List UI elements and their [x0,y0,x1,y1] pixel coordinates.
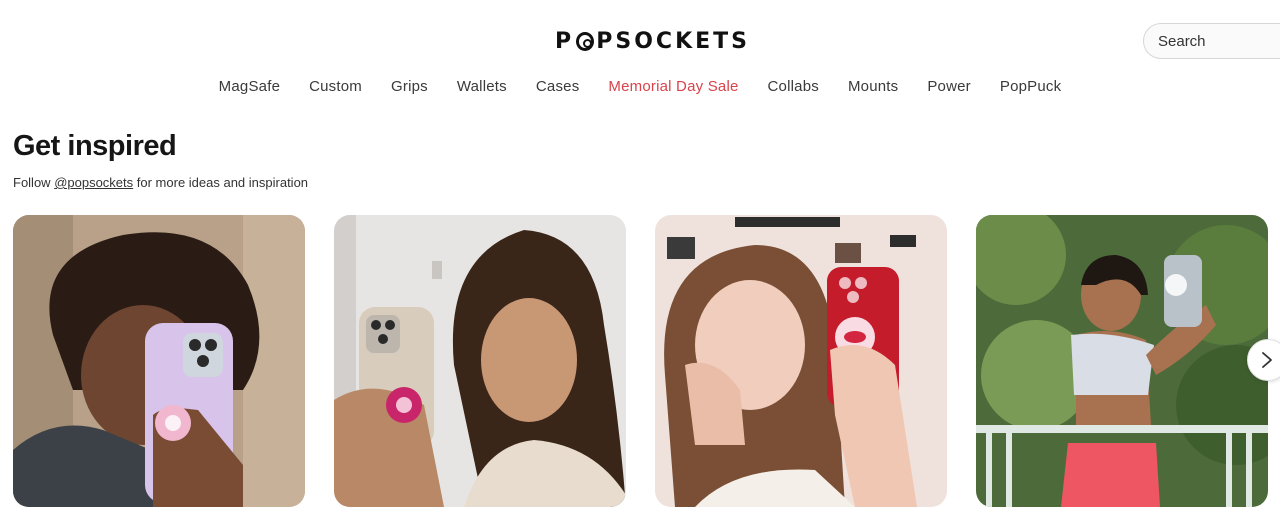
main-nav: MagSafe Custom Grips Wallets Cases Memor… [0,78,1280,100]
nav-link-grips[interactable]: Grips [377,78,443,100]
photo-girl-red-lips-case [655,215,947,507]
photo-woman-outdoor-selfie [976,215,1268,507]
inspiration-photo-card[interactable] [13,215,305,507]
nav-link-magsafe[interactable]: MagSafe [204,78,294,100]
popsockets-logo[interactable]: P PSOCKETS [555,28,750,54]
section-title: Get inspired [13,130,177,162]
site-header: P PSOCKETS MagSafe Custom Grips Wallets C… [0,0,1280,110]
nav-link-mounts[interactable]: Mounts [833,78,912,100]
logo-letters-rest: PSOCKETS [596,28,750,54]
nav-link-collabs[interactable]: Collabs [753,78,833,100]
nav-link-memorial-day-sale[interactable]: Memorial Day Sale [594,78,753,100]
inspiration-photo-card[interactable] [334,215,626,507]
inspiration-photo-card[interactable] [655,215,947,507]
follow-suffix: for more ideas and inspiration [133,175,309,190]
logo-swirl-icon [576,31,595,51]
section-subtitle: Follow @popsockets for more ideas and in… [13,175,308,190]
photo-curly-hair-lavender-phone [13,215,305,507]
follow-prefix: Follow [13,175,55,190]
search-input[interactable] [1158,32,1278,50]
photo-woman-clear-case-pink-grip [334,215,626,507]
nav-link-power[interactable]: Power [913,78,986,100]
chevron-right-icon [1262,352,1272,368]
inspiration-carousel [13,215,1280,507]
nav-link-cases[interactable]: Cases [521,78,594,100]
inspiration-photo-card[interactable] [976,215,1268,507]
nav-link-wallets[interactable]: Wallets [442,78,521,100]
search-box[interactable] [1143,23,1280,59]
nav-link-custom[interactable]: Custom [295,78,377,100]
nav-link-poppuck[interactable]: PopPuck [985,78,1075,100]
logo-letter-p: P [555,28,575,54]
instagram-handle-link[interactable]: @popsockets [54,175,133,190]
